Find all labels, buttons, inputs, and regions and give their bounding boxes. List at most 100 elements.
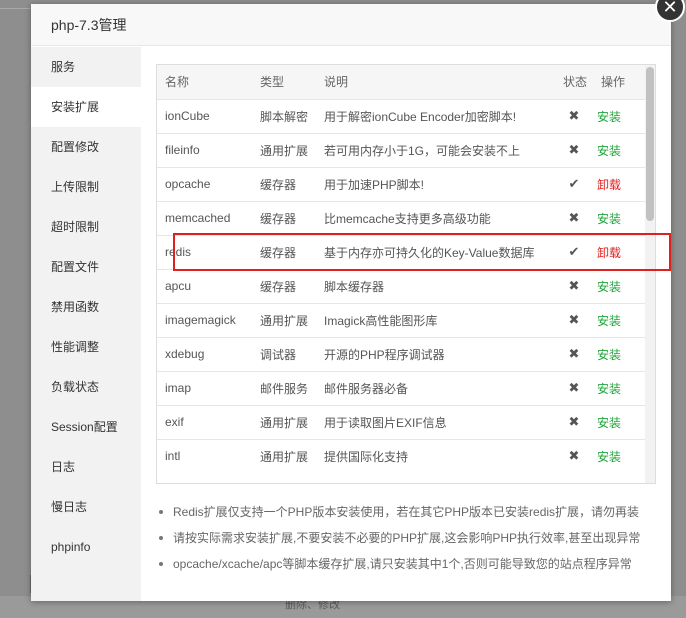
table-row: redis 缓存器 基于内存亦可持久化的Key-Value数据库 ✔ 卸载 [157, 235, 647, 269]
install-button-label[interactable]: 安装 [597, 144, 621, 158]
ext-name: apcu [165, 279, 192, 293]
sidebar-item[interactable]: 配置文件 [31, 247, 141, 287]
cross-icon: ✖ [568, 108, 580, 123]
sidebar-item[interactable]: 服务 [31, 47, 141, 87]
ext-desc: 比memcache支持更多高级功能 [324, 211, 491, 226]
sidebar-item[interactable]: 日志 [31, 447, 141, 487]
ext-name: imap [165, 381, 192, 395]
install-button-label[interactable]: 安装 [597, 280, 621, 294]
cross-icon: ✖ [568, 414, 580, 429]
table-row: imagemagick 通用扩展 Imagick高性能图形库 ✖ 安装 [157, 303, 647, 337]
ext-desc: 基于内存亦可持久化的Key-Value数据库 [324, 245, 535, 260]
ext-desc: 邮件服务器必备 [324, 381, 409, 396]
cross-icon: ✖ [568, 278, 580, 293]
note-item: Redis扩展仅支持一个PHP版本安装使用，若在其它PHP版本已安装redis扩… [156, 499, 640, 525]
ext-desc: 提供国际化支持 [324, 449, 409, 464]
ext-desc: 用于读取图片EXIF信息 [324, 415, 447, 430]
background-divider [0, 8, 30, 9]
install-button[interactable]: 安装 [593, 201, 647, 235]
ext-type: 脚本解密 [260, 109, 309, 124]
dialog-title: php-7.3管理 [51, 16, 127, 33]
table-scrollbar[interactable] [645, 65, 655, 483]
header-status: 状态 [563, 75, 588, 90]
sidebar: 服务 安装扩展 配置修改 上传限制 超时限制 配置文件 禁用函数 性能调整 负载状态 Sessio… [31, 47, 141, 601]
dialog-header: php-7.3管理 [31, 4, 671, 46]
install-button[interactable]: 安装 [593, 99, 647, 133]
ext-name: xdebug [165, 347, 205, 361]
check-icon: ✔ [568, 244, 580, 259]
table-row: ionCube 脚本解密 用于解密ionCube Encoder加密脚本! ✖ 安装 [157, 99, 647, 133]
install-button[interactable]: 安装 [593, 337, 647, 371]
php-manager-dialog: php-7.3管理 服务 安装扩展 配置修改 上传限制 超时限制 配置文件 禁用函数 性能调整… [31, 4, 671, 601]
ext-desc: 用于解密ionCube Encoder加密脚本! [324, 109, 517, 124]
table-row: apcu 缓存器 脚本缓存器 ✖ 安装 [157, 269, 647, 303]
cross-icon: ✖ [568, 210, 580, 225]
header-desc: 说明 [324, 75, 349, 90]
ext-name: exif [165, 415, 184, 429]
check-icon: ✔ [568, 176, 580, 191]
ext-desc: 开源的PHP程序调试器 [324, 347, 445, 362]
sidebar-item[interactable]: phpinfo [31, 527, 141, 567]
install-button-label[interactable]: 安装 [597, 450, 621, 464]
table-row: exif 通用扩展 用于读取图片EXIF信息 ✖ 安装 [157, 405, 647, 439]
install-button-label[interactable]: 安装 [597, 382, 621, 396]
install-button[interactable]: 安装 [593, 303, 647, 337]
sidebar-item[interactable]: 配置修改 [31, 127, 141, 167]
install-button-label[interactable]: 安装 [597, 416, 621, 430]
sidebar-item[interactable]: 上传限制 [31, 167, 141, 207]
cross-icon: ✖ [568, 312, 580, 327]
ext-name: intl [165, 449, 181, 464]
table-header-row: 名称 类型 说明 状态 操作 [157, 65, 647, 99]
ext-type: 缓存器 [260, 211, 297, 226]
install-button-label[interactable]: 安装 [597, 348, 621, 362]
sidebar-item[interactable]: 负载状态 [31, 367, 141, 407]
sidebar-item[interactable]: 性能调整 [31, 327, 141, 367]
install-button-label[interactable]: 安装 [597, 110, 621, 124]
cross-icon: ✖ [568, 380, 580, 395]
cross-icon: ✖ [568, 346, 580, 361]
install-button[interactable]: 安装 [593, 439, 647, 473]
ext-name: memcached [165, 211, 231, 225]
table-row: imap 邮件服务 邮件服务器必备 ✖ 安装 [157, 371, 647, 405]
table-body: ionCube 脚本解密 用于解密ionCube Encoder加密脚本! ✖ 安装 fi… [157, 99, 647, 473]
ext-type: 缓存器 [260, 245, 297, 260]
sidebar-item[interactable]: 禁用函数 [31, 287, 141, 327]
ext-name: redis [165, 245, 192, 259]
ext-type: 通用扩展 [260, 449, 309, 464]
install-button[interactable]: 安装 [593, 371, 647, 405]
ext-name: opcache [165, 177, 211, 191]
scrollbar-thumb[interactable] [646, 67, 654, 221]
install-button[interactable]: 安装 [593, 133, 647, 167]
ext-type: 缓存器 [260, 177, 297, 192]
ext-desc: Imagick高性能图形库 [324, 313, 438, 328]
table-row: memcached 缓存器 比memcache支持更多高级功能 ✖ 安装 [157, 201, 647, 235]
table-row: intl 通用扩展 提供国际化支持 ✖ 安装 [157, 439, 647, 473]
ext-name: fileinfo [165, 143, 200, 157]
ext-type: 通用扩展 [260, 143, 309, 158]
ext-type: 缓存器 [260, 279, 297, 294]
uninstall-button-label[interactable]: 卸载 [597, 178, 621, 192]
table-row: opcache 缓存器 用于加速PHP脚本! ✔ 卸载 [157, 167, 647, 201]
uninstall-button-label[interactable]: 卸载 [597, 246, 621, 260]
install-button[interactable]: 安装 [593, 405, 647, 439]
header-type: 类型 [260, 75, 285, 90]
sidebar-item[interactable]: Session配置 [31, 407, 141, 447]
table-row: fileinfo 通用扩展 若可用内存小于1G，可能会安装不上 ✖ 安装 [157, 133, 647, 167]
ext-desc: 用于加速PHP脚本! [324, 177, 425, 192]
cross-icon: ✖ [568, 142, 580, 157]
sidebar-item[interactable]: 慢日志 [31, 487, 141, 527]
sidebar-item[interactable]: 超时限制 [31, 207, 141, 247]
ext-name: imagemagick [165, 313, 236, 327]
extension-table-container: 名称 类型 说明 状态 操作 ionCube 脚本解密 用于解密ionCube En… [156, 64, 656, 484]
ext-type: 通用扩展 [260, 415, 309, 430]
install-button-label[interactable]: 安装 [597, 212, 621, 226]
ext-type: 邮件服务 [260, 381, 309, 396]
uninstall-button[interactable]: 卸载 [593, 167, 647, 201]
uninstall-button[interactable]: 卸载 [593, 235, 647, 269]
note-item: opcache/xcache/apc等脚本缓存扩展,请只安装其中1个,否则可能导… [156, 551, 640, 577]
ext-type: 调试器 [260, 347, 297, 362]
install-button-label[interactable]: 安装 [597, 314, 621, 328]
install-button[interactable]: 安装 [593, 269, 647, 303]
sidebar-item[interactable]: 安装扩展 [31, 87, 141, 127]
ext-name: ionCube [165, 109, 210, 123]
